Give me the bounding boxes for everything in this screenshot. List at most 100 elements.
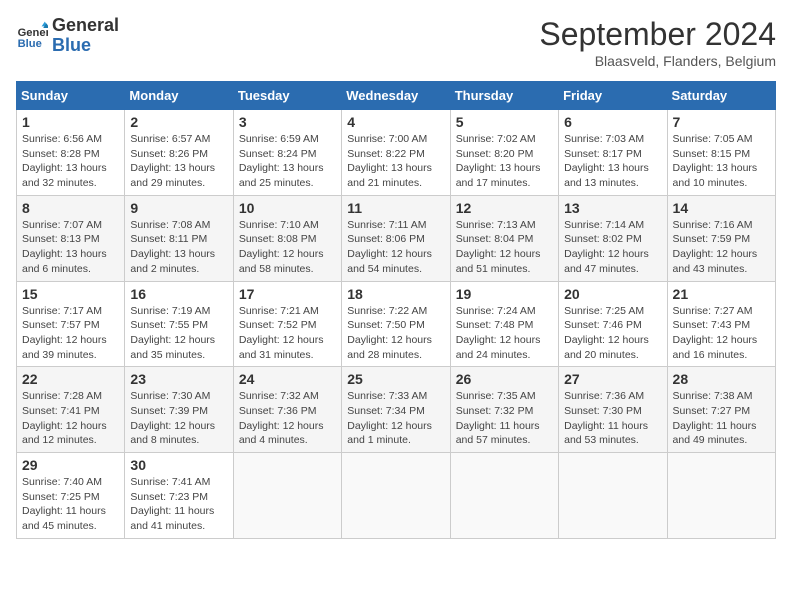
- day-number: 11: [347, 200, 444, 216]
- weekday-header-sunday: Sunday: [17, 82, 125, 110]
- day-number: 3: [239, 114, 336, 130]
- svg-text:General: General: [18, 27, 48, 39]
- calendar-cell: 1 Sunrise: 6:56 AMSunset: 8:28 PMDaylight…: [17, 110, 125, 196]
- day-info: Sunrise: 7:11 AMSunset: 8:06 PMDaylight:…: [347, 218, 444, 277]
- logo-text: General Blue: [52, 16, 119, 56]
- day-number: 2: [130, 114, 227, 130]
- day-number: 28: [673, 371, 770, 387]
- day-number: 14: [673, 200, 770, 216]
- day-info: Sunrise: 7:40 AMSunset: 7:25 PMDaylight:…: [22, 475, 119, 534]
- day-info: Sunrise: 7:05 AMSunset: 8:15 PMDaylight:…: [673, 132, 770, 191]
- calendar-week-2: 8 Sunrise: 7:07 AMSunset: 8:13 PMDaylight…: [17, 195, 776, 281]
- day-info: Sunrise: 7:10 AMSunset: 8:08 PMDaylight:…: [239, 218, 336, 277]
- day-number: 17: [239, 286, 336, 302]
- day-info: Sunrise: 7:36 AMSunset: 7:30 PMDaylight:…: [564, 389, 661, 448]
- day-info: Sunrise: 7:35 AMSunset: 7:32 PMDaylight:…: [456, 389, 553, 448]
- calendar-week-4: 22Sunrise: 7:28 AMSunset: 7:41 PMDayligh…: [17, 367, 776, 453]
- day-number: 15: [22, 286, 119, 302]
- day-info: Sunrise: 7:07 AMSunset: 8:13 PMDaylight:…: [22, 218, 119, 277]
- location-subtitle: Blaasveld, Flanders, Belgium: [539, 53, 776, 69]
- calendar-week-1: 1 Sunrise: 6:56 AMSunset: 8:28 PMDaylight…: [17, 110, 776, 196]
- calendar-cell: 10 Sunrise: 7:10 AMSunset: 8:08 PMDayligh…: [233, 195, 341, 281]
- day-info: Sunrise: 7:13 AMSunset: 8:04 PMDaylight:…: [456, 218, 553, 277]
- calendar-cell: 13Sunrise: 7:14 AMSunset: 8:02 PMDayligh…: [559, 195, 667, 281]
- calendar-cell: 22Sunrise: 7:28 AMSunset: 7:41 PMDayligh…: [17, 367, 125, 453]
- svg-text:Blue: Blue: [18, 38, 42, 50]
- calendar-cell: 29 Sunrise: 7:40 AMSunset: 7:25 PMDayligh…: [17, 453, 125, 539]
- day-info: Sunrise: 7:21 AMSunset: 7:52 PMDaylight:…: [239, 304, 336, 363]
- day-info: Sunrise: 7:33 AMSunset: 7:34 PMDaylight:…: [347, 389, 444, 448]
- day-info: Sunrise: 7:27 AMSunset: 7:43 PMDaylight:…: [673, 304, 770, 363]
- calendar-cell: 23Sunrise: 7:30 AMSunset: 7:39 PMDayligh…: [125, 367, 233, 453]
- calendar-cell: 17 Sunrise: 7:21 AMSunset: 7:52 PMDayligh…: [233, 281, 341, 367]
- calendar-cell: 11 Sunrise: 7:11 AMSunset: 8:06 PMDayligh…: [342, 195, 450, 281]
- day-info: Sunrise: 7:08 AMSunset: 8:11 PMDaylight:…: [130, 218, 227, 277]
- calendar-cell: 8 Sunrise: 7:07 AMSunset: 8:13 PMDaylight…: [17, 195, 125, 281]
- calendar-cell: 3 Sunrise: 6:59 AMSunset: 8:24 PMDaylight…: [233, 110, 341, 196]
- day-number: 24: [239, 371, 336, 387]
- day-number: 20: [564, 286, 661, 302]
- day-number: 21: [673, 286, 770, 302]
- day-info: Sunrise: 7:19 AMSunset: 7:55 PMDaylight:…: [130, 304, 227, 363]
- day-number: 22: [22, 371, 119, 387]
- calendar-cell: [559, 453, 667, 539]
- day-number: 7: [673, 114, 770, 130]
- calendar-week-5: 29 Sunrise: 7:40 AMSunset: 7:25 PMDayligh…: [17, 453, 776, 539]
- day-number: 5: [456, 114, 553, 130]
- day-info: Sunrise: 7:14 AMSunset: 8:02 PMDaylight:…: [564, 218, 661, 277]
- day-number: 26: [456, 371, 553, 387]
- calendar-cell: 15 Sunrise: 7:17 AMSunset: 7:57 PMDayligh…: [17, 281, 125, 367]
- day-number: 8: [22, 200, 119, 216]
- day-info: Sunrise: 7:24 AMSunset: 7:48 PMDaylight:…: [456, 304, 553, 363]
- calendar-cell: 14Sunrise: 7:16 AMSunset: 7:59 PMDayligh…: [667, 195, 775, 281]
- logo: General Blue General Blue: [16, 16, 119, 56]
- month-title: September 2024: [539, 16, 776, 53]
- day-info: Sunrise: 7:03 AMSunset: 8:17 PMDaylight:…: [564, 132, 661, 191]
- calendar-cell: 2 Sunrise: 6:57 AMSunset: 8:26 PMDaylight…: [125, 110, 233, 196]
- calendar-cell: 21 Sunrise: 7:27 AMSunset: 7:43 PMDayligh…: [667, 281, 775, 367]
- weekday-header-monday: Monday: [125, 82, 233, 110]
- calendar-body: 1 Sunrise: 6:56 AMSunset: 8:28 PMDaylight…: [17, 110, 776, 539]
- day-number: 27: [564, 371, 661, 387]
- day-number: 9: [130, 200, 227, 216]
- calendar-cell: 4 Sunrise: 7:00 AMSunset: 8:22 PMDaylight…: [342, 110, 450, 196]
- day-info: Sunrise: 7:17 AMSunset: 7:57 PMDaylight:…: [22, 304, 119, 363]
- day-info: Sunrise: 7:41 AMSunset: 7:23 PMDaylight:…: [130, 475, 227, 534]
- day-number: 23: [130, 371, 227, 387]
- day-info: Sunrise: 7:00 AMSunset: 8:22 PMDaylight:…: [347, 132, 444, 191]
- day-info: Sunrise: 6:56 AMSunset: 8:28 PMDaylight:…: [22, 132, 119, 191]
- calendar-cell: [233, 453, 341, 539]
- day-number: 6: [564, 114, 661, 130]
- calendar-cell: 16 Sunrise: 7:19 AMSunset: 7:55 PMDayligh…: [125, 281, 233, 367]
- calendar-week-3: 15 Sunrise: 7:17 AMSunset: 7:57 PMDayligh…: [17, 281, 776, 367]
- day-info: Sunrise: 7:02 AMSunset: 8:20 PMDaylight:…: [456, 132, 553, 191]
- day-info: Sunrise: 6:59 AMSunset: 8:24 PMDaylight:…: [239, 132, 336, 191]
- day-number: 29: [22, 457, 119, 473]
- calendar-cell: 9 Sunrise: 7:08 AMSunset: 8:11 PMDaylight…: [125, 195, 233, 281]
- day-number: 4: [347, 114, 444, 130]
- weekday-header-tuesday: Tuesday: [233, 82, 341, 110]
- calendar-table: SundayMondayTuesdayWednesdayThursdayFrid…: [16, 81, 776, 539]
- day-number: 10: [239, 200, 336, 216]
- day-number: 19: [456, 286, 553, 302]
- calendar-cell: 20Sunrise: 7:25 AMSunset: 7:46 PMDayligh…: [559, 281, 667, 367]
- day-number: 30: [130, 457, 227, 473]
- calendar-cell: 28Sunrise: 7:38 AMSunset: 7:27 PMDayligh…: [667, 367, 775, 453]
- calendar-cell: 24Sunrise: 7:32 AMSunset: 7:36 PMDayligh…: [233, 367, 341, 453]
- calendar-cell: [342, 453, 450, 539]
- day-number: 12: [456, 200, 553, 216]
- day-number: 1: [22, 114, 119, 130]
- weekday-header-wednesday: Wednesday: [342, 82, 450, 110]
- calendar-header-row: SundayMondayTuesdayWednesdayThursdayFrid…: [17, 82, 776, 110]
- page-header: General Blue General Blue September 2024…: [16, 16, 776, 69]
- calendar-cell: 19 Sunrise: 7:24 AMSunset: 7:48 PMDayligh…: [450, 281, 558, 367]
- day-number: 16: [130, 286, 227, 302]
- calendar-cell: 30 Sunrise: 7:41 AMSunset: 7:23 PMDayligh…: [125, 453, 233, 539]
- calendar-cell: 7 Sunrise: 7:05 AMSunset: 8:15 PMDaylight…: [667, 110, 775, 196]
- logo-icon: General Blue: [16, 20, 48, 52]
- calendar-cell: [450, 453, 558, 539]
- title-section: September 2024 Blaasveld, Flanders, Belg…: [539, 16, 776, 69]
- calendar-cell: 5 Sunrise: 7:02 AMSunset: 8:20 PMDaylight…: [450, 110, 558, 196]
- day-info: Sunrise: 6:57 AMSunset: 8:26 PMDaylight:…: [130, 132, 227, 191]
- day-number: 18: [347, 286, 444, 302]
